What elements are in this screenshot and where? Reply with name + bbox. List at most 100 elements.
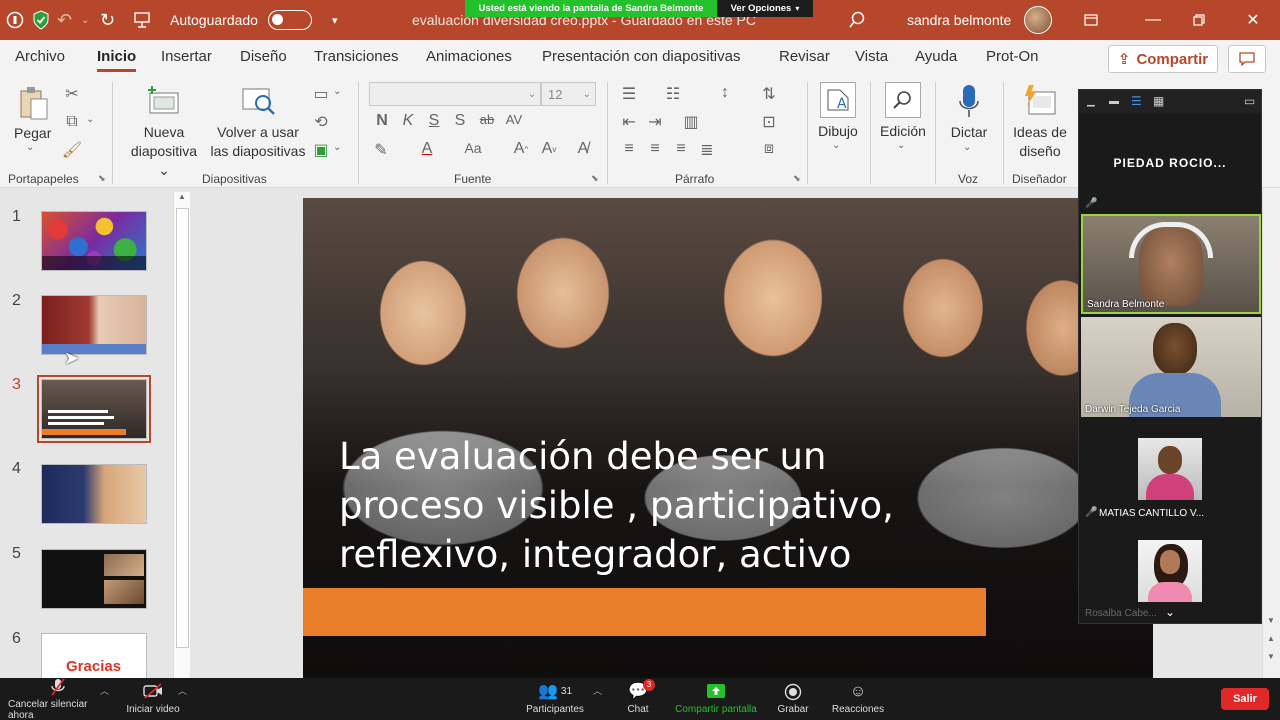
redo-icon[interactable]: ↻: [100, 0, 115, 40]
section-icon[interactable]: ▣: [310, 140, 332, 160]
line-spacing-icon[interactable]: ↕: [714, 84, 736, 102]
next-slide-icon[interactable]: ▼: [1267, 652, 1275, 661]
slide-thumbnail-1[interactable]: [41, 211, 147, 271]
copy-dropdown-icon[interactable]: ⌄: [86, 114, 94, 125]
view-options-button[interactable]: Ver Opciones ▾: [717, 0, 813, 17]
start-video-button[interactable]: Iniciar video: [124, 678, 182, 720]
participant-avatar-rosalba[interactable]: [1138, 540, 1202, 602]
drawing-dropdown-icon[interactable]: ⌄: [832, 140, 840, 151]
reuse-slides-icon[interactable]: [240, 84, 278, 118]
tab-inicio[interactable]: Inicio: [97, 48, 137, 72]
participant-avatar-matias[interactable]: [1138, 438, 1202, 500]
paste-icon[interactable]: [16, 84, 52, 124]
font-launcher-icon[interactable]: ⬊: [591, 173, 599, 184]
smartart-icon[interactable]: ⧈: [758, 140, 780, 158]
minimize-icon[interactable]: —: [1130, 0, 1176, 40]
user-name[interactable]: sandra belmonte: [907, 0, 1011, 40]
decrease-font-icon[interactable]: Av: [538, 140, 560, 158]
comments-button[interactable]: [1228, 45, 1266, 73]
format-painter-icon[interactable]: 🖌: [62, 140, 82, 160]
strikethrough-button[interactable]: ab: [478, 112, 496, 127]
reset-slide-icon[interactable]: ⟲: [310, 112, 332, 132]
unmute-button[interactable]: Cancelar silenciar ahora: [8, 677, 108, 720]
current-slide[interactable]: La evaluación debe ser un proceso visibl…: [303, 198, 1153, 678]
dictate-dropdown-icon[interactable]: ⌄: [963, 142, 971, 153]
slide-text-box[interactable]: La evaluación debe ser un proceso visibl…: [339, 432, 959, 579]
slide-scrollbar[interactable]: ▼ ▲ ▼: [1262, 188, 1280, 678]
font-family-select[interactable]: ⌄: [369, 82, 541, 106]
change-case-icon[interactable]: Aa: [460, 140, 486, 156]
present-icon[interactable]: [133, 0, 151, 40]
design-ideas-button[interactable]: Ideas de diseño: [1008, 123, 1072, 161]
align-right-icon[interactable]: ≡: [670, 140, 692, 158]
customize-toolbar-icon[interactable]: ▾: [332, 0, 338, 40]
share-button[interactable]: ⇪ Compartir: [1108, 45, 1218, 73]
slide-thumbnail-5[interactable]: [41, 549, 147, 609]
text-direction-icon[interactable]: ⇅: [758, 84, 780, 104]
minimize-panel-icon[interactable]: ▁: [1087, 96, 1095, 107]
numbering-icon[interactable]: ☷: [662, 84, 684, 104]
layout-dropdown-icon[interactable]: ⌄: [333, 86, 341, 97]
tab-revisar[interactable]: Revisar: [779, 48, 830, 65]
char-spacing-button[interactable]: AV: [503, 112, 525, 127]
undo-icon[interactable]: ↶: [57, 0, 72, 40]
bold-button[interactable]: N: [374, 112, 390, 130]
participants-caret-icon[interactable]: ︿: [593, 684, 602, 697]
participant-video-darwin[interactable]: Darwin Tejeda Garcia: [1081, 317, 1261, 417]
dictate-button[interactable]: Dictar: [946, 123, 992, 142]
tab-presentacion[interactable]: Presentación con diapositivas: [542, 48, 740, 65]
drawing-icon[interactable]: A: [820, 82, 856, 118]
cut-icon[interactable]: ✂: [62, 84, 82, 104]
tab-animaciones[interactable]: Animaciones: [426, 48, 512, 65]
increase-font-icon[interactable]: A ^: [510, 140, 532, 158]
participants-button[interactable]: 👥 31 Participantes: [524, 678, 586, 720]
font-color-icon[interactable]: A: [416, 140, 438, 158]
participant-video-sandra[interactable]: Sandra Belmonte: [1081, 214, 1261, 314]
record-icon[interactable]: [6, 0, 24, 40]
slide-thumbnail-4[interactable]: [41, 464, 147, 524]
pin-panel-icon[interactable]: ▭: [1244, 94, 1255, 108]
drawing-button[interactable]: Dibujo: [814, 122, 862, 141]
increase-indent-icon[interactable]: ⇥: [644, 112, 666, 132]
tab-prot-on[interactable]: Prot-On: [986, 48, 1039, 65]
tab-insertar[interactable]: Insertar: [161, 48, 212, 65]
restore-icon[interactable]: [1176, 0, 1222, 40]
align-text-icon[interactable]: ⊡: [758, 112, 780, 132]
tab-vista[interactable]: Vista: [855, 48, 888, 65]
shadow-button[interactable]: S: [452, 112, 468, 130]
leave-meeting-button[interactable]: Salir: [1221, 688, 1269, 710]
paste-dropdown-icon[interactable]: ⌄: [26, 142, 34, 153]
justify-icon[interactable]: ≣: [696, 140, 718, 160]
thumbnail-scrollbar[interactable]: ▲: [173, 192, 190, 678]
slide-thumbnail-3[interactable]: [37, 375, 151, 443]
user-avatar[interactable]: [1024, 0, 1052, 40]
previous-slide-icon[interactable]: ▲: [1267, 634, 1275, 643]
tab-transiciones[interactable]: Transiciones: [314, 48, 398, 65]
chat-button[interactable]: 💬 3 Chat: [620, 678, 656, 720]
gallery-view-icon[interactable]: ▦: [1153, 94, 1164, 108]
scroll-up-icon[interactable]: ▲: [178, 192, 186, 201]
new-slide-icon[interactable]: [145, 84, 183, 118]
search-icon[interactable]: [848, 0, 866, 40]
tab-ayuda[interactable]: Ayuda: [915, 48, 957, 65]
hide-video-icon[interactable]: ▬: [1109, 96, 1119, 107]
section-dropdown-icon[interactable]: ⌄: [333, 142, 341, 153]
editing-button[interactable]: Edición: [876, 122, 930, 141]
orange-accent-bar[interactable]: [303, 588, 986, 636]
italic-button[interactable]: K: [400, 112, 416, 130]
scroll-thumb[interactable]: [176, 208, 189, 648]
autosave-toggle[interactable]: [258, 0, 312, 40]
close-icon[interactable]: ✕: [1230, 0, 1276, 40]
scroll-down-icon[interactable]: ▼: [1267, 616, 1275, 625]
align-left-icon[interactable]: ≡: [618, 140, 640, 158]
reuse-slides-button[interactable]: Volver a usar las diapositivas: [208, 123, 308, 161]
scroll-gallery-down-icon[interactable]: ⌄: [1165, 605, 1175, 619]
columns-icon[interactable]: ▥: [680, 112, 702, 132]
undo-dropdown-icon[interactable]: ⌄: [81, 0, 89, 40]
record-button[interactable]: Grabar: [774, 678, 812, 720]
microphone-icon[interactable]: [956, 82, 982, 122]
bullets-icon[interactable]: ☰: [618, 84, 640, 104]
find-icon[interactable]: [885, 82, 921, 118]
video-options-caret-icon[interactable]: ︿: [178, 684, 187, 697]
clipboard-launcher-icon[interactable]: ⬊: [98, 173, 106, 184]
